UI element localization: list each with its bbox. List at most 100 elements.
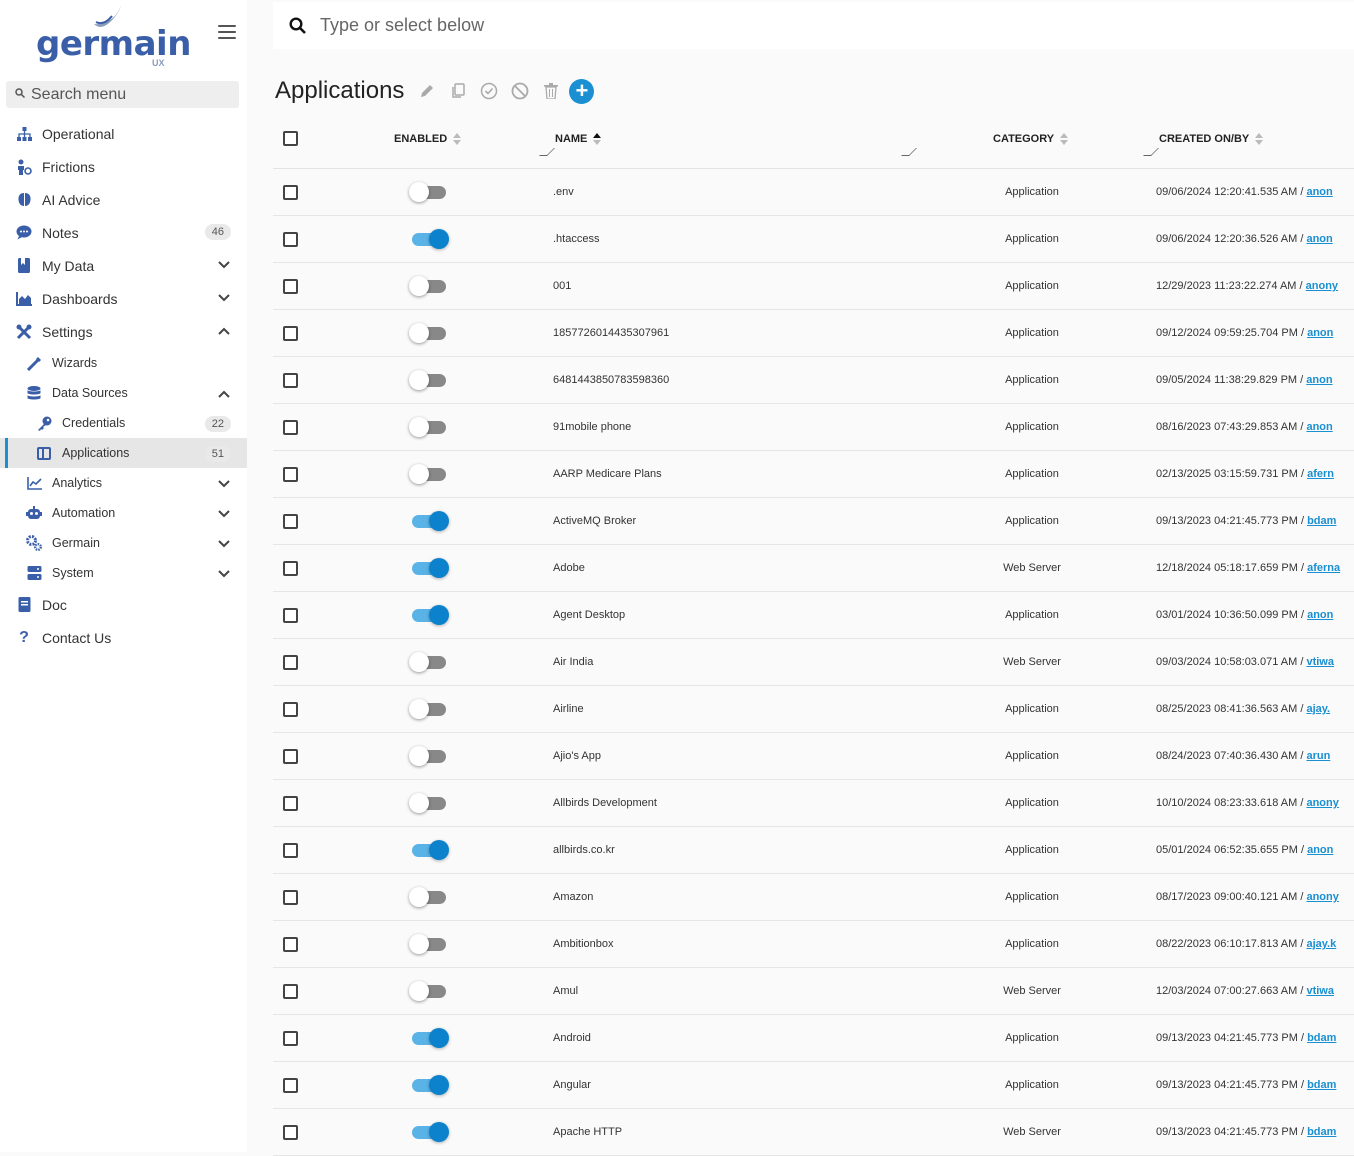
chevron-down-icon[interactable] bbox=[217, 537, 231, 551]
sort-icon[interactable] bbox=[1255, 133, 1264, 145]
row-checkbox[interactable] bbox=[283, 185, 298, 200]
sidebar-item-my-data[interactable]: My Data bbox=[0, 249, 247, 282]
sidebar-item-automation[interactable]: Automation bbox=[0, 498, 247, 528]
created-by-link[interactable]: anon bbox=[1307, 609, 1333, 621]
chevron-up-icon[interactable] bbox=[217, 387, 231, 401]
sidebar-item-doc[interactable]: Doc bbox=[0, 588, 247, 621]
enabled-toggle[interactable] bbox=[409, 370, 449, 390]
row-checkbox[interactable] bbox=[283, 843, 298, 858]
sidebar-item-frictions[interactable]: Frictions bbox=[0, 150, 247, 183]
sidebar-item-settings[interactable]: Settings bbox=[0, 315, 247, 348]
sidebar-item-dashboards[interactable]: Dashboards bbox=[0, 282, 247, 315]
sidebar-item-data-sources[interactable]: Data Sources bbox=[0, 378, 247, 408]
created-by-link[interactable]: bdam bbox=[1307, 1126, 1336, 1138]
table-row[interactable]: 1857726014435307961 Application 09/12/2024… bbox=[273, 310, 1354, 357]
enabled-toggle[interactable] bbox=[409, 558, 449, 578]
created-by-link[interactable]: anon bbox=[1307, 844, 1333, 856]
disable-icon[interactable] bbox=[511, 82, 529, 100]
enabled-toggle[interactable] bbox=[409, 1028, 449, 1048]
row-checkbox[interactable] bbox=[283, 655, 298, 670]
sort-asc-icon[interactable] bbox=[593, 133, 602, 145]
table-row[interactable]: Airline Application 08/25/2023 08:41:36.56… bbox=[273, 686, 1354, 733]
created-by-link[interactable]: vtiwa bbox=[1306, 985, 1334, 997]
enabled-toggle[interactable] bbox=[409, 276, 449, 296]
sidebar-item-wizards[interactable]: Wizards bbox=[0, 348, 247, 378]
created-by-link[interactable]: bdam bbox=[1307, 1079, 1336, 1091]
enabled-toggle[interactable] bbox=[409, 417, 449, 437]
table-row[interactable]: 6481443850783598360 Application 09/05/2024… bbox=[273, 357, 1354, 404]
enabled-toggle[interactable] bbox=[409, 887, 449, 907]
enabled-toggle[interactable] bbox=[409, 323, 449, 343]
chevron-up-icon[interactable] bbox=[217, 324, 231, 338]
chevron-down-icon[interactable] bbox=[217, 291, 231, 305]
row-checkbox[interactable] bbox=[283, 890, 298, 905]
table-row[interactable]: Apache HTTP Web Server 09/13/2023 04:21:45… bbox=[273, 1109, 1354, 1156]
created-by-link[interactable]: ajay. bbox=[1306, 703, 1330, 715]
table-row[interactable]: 001 Application 12/29/2023 11:23:22.274 AM… bbox=[273, 263, 1354, 310]
sidebar-item-ai-advice[interactable]: AI Advice bbox=[0, 183, 247, 216]
table-row[interactable]: 91mobile phone Application 08/16/2023 07:4… bbox=[273, 404, 1354, 451]
row-checkbox[interactable] bbox=[283, 608, 298, 623]
row-checkbox[interactable] bbox=[283, 561, 298, 576]
header-enabled[interactable]: ENABLED bbox=[394, 133, 462, 145]
enabled-toggle[interactable] bbox=[409, 605, 449, 625]
row-checkbox[interactable] bbox=[283, 279, 298, 294]
created-by-link[interactable]: bdam bbox=[1307, 515, 1336, 527]
trash-icon[interactable] bbox=[542, 82, 560, 100]
table-row[interactable]: .env Application 09/06/2024 12:20:41.535 A… bbox=[273, 169, 1354, 216]
row-checkbox[interactable] bbox=[283, 702, 298, 717]
created-by-link[interactable]: anon bbox=[1307, 327, 1333, 339]
copy-icon[interactable] bbox=[449, 82, 467, 100]
germain-logo[interactable]: germain UX bbox=[36, 4, 191, 68]
select-all-checkbox[interactable] bbox=[283, 131, 298, 146]
header-created[interactable]: CREATED ON/BY bbox=[1159, 133, 1264, 145]
row-checkbox[interactable] bbox=[283, 373, 298, 388]
table-row[interactable]: Android Application 09/13/2023 04:21:45.77… bbox=[273, 1015, 1354, 1062]
created-by-link[interactable]: aferna bbox=[1307, 562, 1340, 574]
row-checkbox[interactable] bbox=[283, 984, 298, 999]
row-checkbox[interactable] bbox=[283, 1031, 298, 1046]
chevron-down-icon[interactable] bbox=[217, 477, 231, 491]
created-by-link[interactable]: anony bbox=[1306, 280, 1338, 292]
created-by-link[interactable]: ajay.k bbox=[1306, 938, 1336, 950]
enabled-toggle[interactable] bbox=[409, 793, 449, 813]
row-checkbox[interactable] bbox=[283, 232, 298, 247]
column-resize-handle[interactable] bbox=[901, 148, 917, 156]
row-checkbox[interactable] bbox=[283, 749, 298, 764]
table-row[interactable]: ActiveMQ Broker Application 09/13/2023 04:… bbox=[273, 498, 1354, 545]
created-by-link[interactable]: anon bbox=[1306, 374, 1332, 386]
chevron-down-icon[interactable] bbox=[217, 507, 231, 521]
enabled-toggle[interactable] bbox=[409, 934, 449, 954]
row-checkbox[interactable] bbox=[283, 467, 298, 482]
row-checkbox[interactable] bbox=[283, 514, 298, 529]
sort-icon[interactable] bbox=[1060, 133, 1069, 145]
search-menu-input[interactable]: Search menu bbox=[6, 81, 239, 108]
enabled-toggle[interactable] bbox=[409, 652, 449, 672]
table-row[interactable]: allbirds.co.kr Application 05/01/2024 06:5… bbox=[273, 827, 1354, 874]
table-row[interactable]: Adobe Web Server 12/18/2024 05:18:17.659 P… bbox=[273, 545, 1354, 592]
created-by-link[interactable]: anony bbox=[1306, 891, 1338, 903]
chevron-down-icon[interactable] bbox=[217, 567, 231, 581]
table-row[interactable]: Allbirds Development Application 10/10/202… bbox=[273, 780, 1354, 827]
row-checkbox[interactable] bbox=[283, 1125, 298, 1140]
table-row[interactable]: Amazon Application 08/17/2023 09:00:40.121… bbox=[273, 874, 1354, 921]
enabled-toggle[interactable] bbox=[409, 699, 449, 719]
row-checkbox[interactable] bbox=[283, 937, 298, 952]
row-checkbox[interactable] bbox=[283, 1078, 298, 1093]
sidebar-item-notes[interactable]: Notes 46 bbox=[0, 216, 247, 249]
sidebar-item-contact-us[interactable]: ? Contact Us bbox=[0, 621, 247, 654]
table-row[interactable]: Agent Desktop Application 03/01/2024 10:36… bbox=[273, 592, 1354, 639]
column-resize-handle[interactable] bbox=[1143, 148, 1159, 156]
enabled-toggle[interactable] bbox=[409, 464, 449, 484]
created-by-link[interactable]: anon bbox=[1306, 233, 1332, 245]
created-by-link[interactable]: anon bbox=[1306, 421, 1332, 433]
global-search-input[interactable]: Type or select below bbox=[273, 2, 1354, 49]
check-circle-icon[interactable] bbox=[480, 82, 498, 100]
enabled-toggle[interactable] bbox=[409, 182, 449, 202]
created-by-link[interactable]: anon bbox=[1306, 186, 1332, 198]
header-name[interactable]: NAME bbox=[555, 133, 602, 145]
created-by-link[interactable]: anony bbox=[1306, 797, 1338, 809]
table-row[interactable]: Ambitionbox Application 08/22/2023 06:10:1… bbox=[273, 921, 1354, 968]
sidebar-item-germain[interactable]: Germain bbox=[0, 528, 247, 558]
enabled-toggle[interactable] bbox=[409, 229, 449, 249]
